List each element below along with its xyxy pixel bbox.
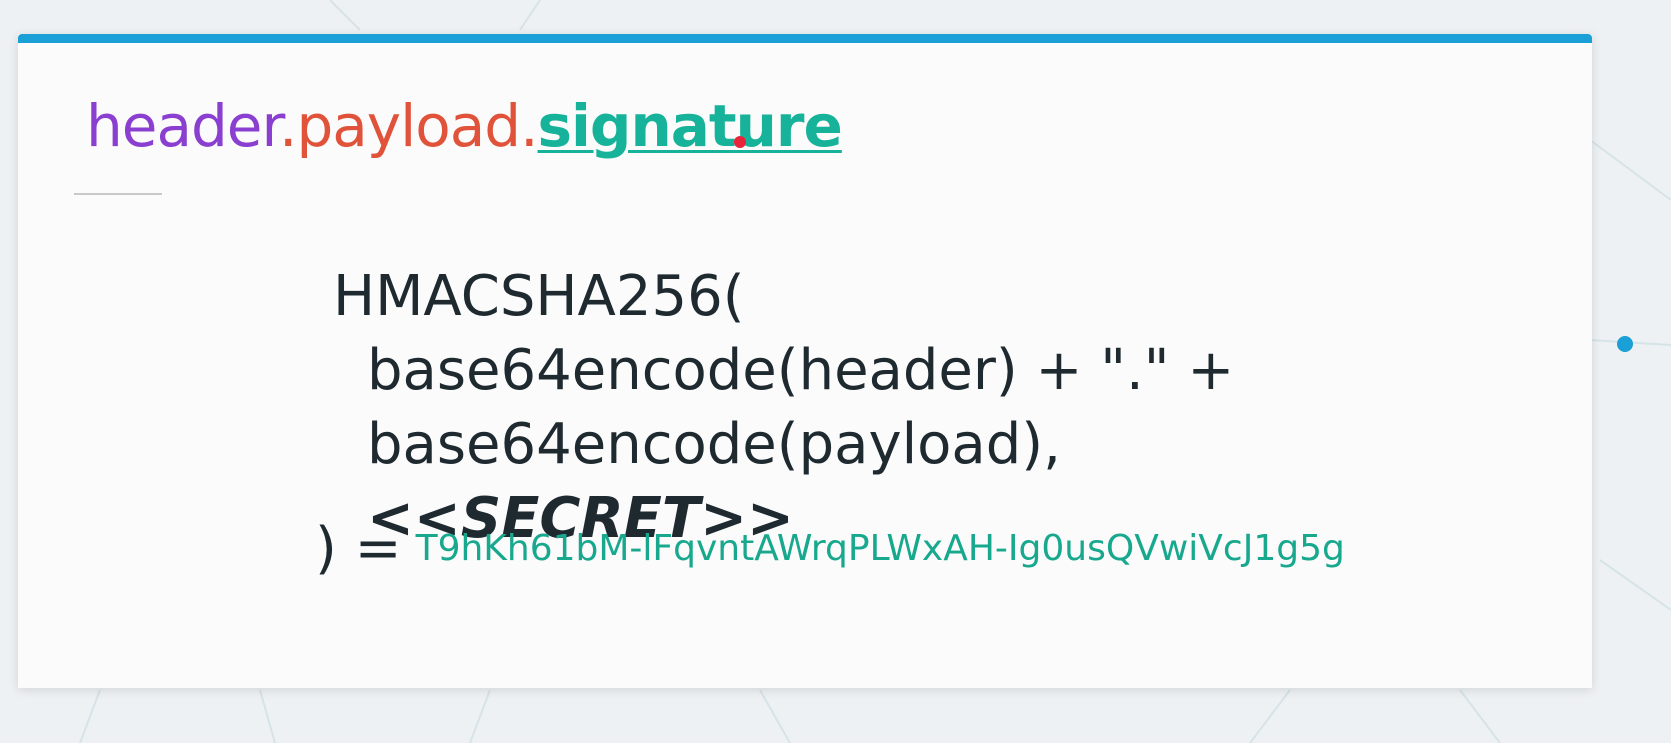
signature-formula: HMACSHA256( base64encode(header) + "." +…: [333, 260, 1234, 556]
formula-line-2: base64encode(header) + "." +: [367, 338, 1235, 403]
formula-line-3: base64encode(payload),: [367, 412, 1061, 477]
title-divider: [74, 193, 162, 195]
formula-line-1: HMACSHA256(: [333, 264, 745, 329]
title-payload: payload: [296, 92, 521, 160]
accent-bar: [18, 34, 1592, 43]
network-node-dot: [1617, 336, 1633, 352]
slide-title: header.payload.signature: [86, 92, 843, 160]
slide-card: header.payload.signature HMACSHA256( bas…: [18, 34, 1592, 688]
pointer-cursor: [734, 136, 746, 148]
title-header: header: [86, 92, 280, 160]
result-prefix: ) =: [315, 516, 402, 581]
title-signature: signature: [537, 92, 843, 160]
title-dot-1: .: [279, 92, 297, 160]
formula-result: ) = T9hKh61bM-lFqvntAWrqPLWxAH-Ig0usQVwiV…: [315, 516, 1345, 581]
signature-value: T9hKh61bM-lFqvntAWrqPLWxAH-Ig0usQVwiVcJ1…: [415, 528, 1345, 569]
title-dot-2: .: [520, 92, 538, 160]
